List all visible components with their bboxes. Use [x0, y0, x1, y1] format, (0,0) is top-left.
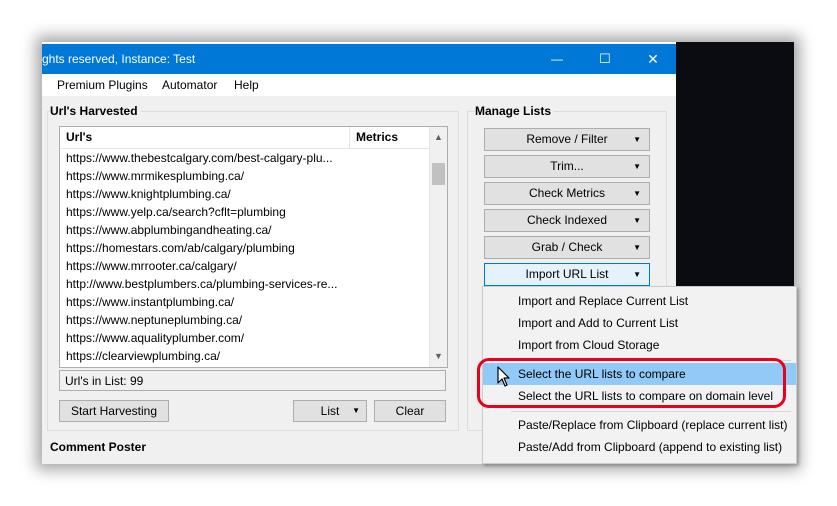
url-cell: http://www.bestplumbers.ca/plumbing-serv…	[66, 277, 338, 291]
column-header-metrics[interactable]: Metrics	[350, 127, 430, 148]
maximize-icon: ☐	[599, 51, 611, 66]
column-header-urls[interactable]: Url's	[60, 127, 350, 148]
table-row[interactable]: https://www.mrmikesplumbing.ca/	[60, 167, 430, 185]
import-url-list-label: Import URL List	[525, 267, 609, 281]
chevron-down-icon: ▼	[633, 270, 641, 279]
maximize-button[interactable]: ☐	[582, 44, 628, 74]
table-row[interactable]: https://www.abplumbingandheating.ca/	[60, 221, 430, 239]
table-row[interactable]: http://www.bestplumbers.ca/plumbing-serv…	[60, 275, 430, 293]
chevron-down-icon: ▼	[633, 135, 641, 144]
check-metrics-label: Check Metrics	[528, 186, 605, 200]
grab-check-label: Grab / Check	[531, 240, 603, 254]
url-cell: https://www.aqualityplumber.com/	[66, 331, 245, 345]
url-list[interactable]: Url's Metrics https://www.thebestcalgary…	[59, 126, 448, 368]
start-harvesting-button[interactable]: Start Harvesting	[59, 400, 169, 422]
annotation-highlight	[477, 358, 786, 408]
list-button[interactable]: List ▼	[293, 400, 367, 422]
url-count: Url's in List: 99	[59, 370, 446, 391]
check-metrics-button[interactable]: Check Metrics ▼	[484, 182, 650, 205]
menu-help[interactable]: Help	[234, 78, 259, 92]
close-icon: ✕	[647, 50, 659, 67]
table-row[interactable]: https://www.thebestcalgary.com/best-calg…	[60, 149, 430, 167]
chevron-down-icon: ▼	[633, 162, 641, 171]
menu-item-import-cloud[interactable]: Import from Cloud Storage	[483, 334, 796, 356]
table-row[interactable]: https://homestars.com/ab/calgary/plumbin…	[60, 239, 430, 257]
url-cell: https://www.instantplumbing.ca/	[66, 295, 235, 309]
remove-filter-button[interactable]: Remove / Filter ▼	[484, 128, 650, 151]
menu-premium-plugins[interactable]: Premium Plugins	[57, 78, 148, 92]
table-row[interactable]: https://www.knightplumbing.ca/	[60, 185, 430, 203]
chevron-down-icon: ▼	[633, 189, 641, 198]
table-row[interactable]: https://www.neptuneplumbing.ca/	[60, 311, 430, 329]
mouse-cursor-icon	[497, 366, 510, 387]
remove-filter-label: Remove / Filter	[526, 132, 608, 146]
comment-poster-title: Comment Poster	[50, 440, 147, 454]
chevron-down-icon: ▼	[633, 216, 641, 225]
scroll-thumb[interactable]	[432, 163, 445, 185]
menu-automator[interactable]: Automator	[162, 78, 217, 92]
url-cell: https://www.thebestcalgary.com/best-calg…	[66, 151, 333, 165]
table-row[interactable]: https://www.yelp.ca/search?cflt=plumbing	[60, 203, 430, 221]
minimize-button[interactable]: —	[534, 44, 580, 74]
url-cell: https://www.abplumbingandheating.ca/	[66, 223, 272, 237]
table-row[interactable]: https://www.mrrooter.ca/calgary/	[60, 257, 430, 275]
manage-lists-title: Manage Lists	[475, 104, 555, 118]
import-url-list-button[interactable]: Import URL List ▼	[484, 263, 650, 286]
close-button[interactable]: ✕	[630, 44, 676, 74]
url-cell: https://www.yelp.ca/search?cflt=plumbing	[66, 205, 286, 219]
trim-label: Trim...	[550, 159, 584, 173]
menu-bar: Premium Plugins Automator Help	[42, 74, 676, 96]
menu-item-import-add[interactable]: Import and Add to Current List	[483, 312, 796, 334]
chevron-down-icon: ▼	[633, 243, 641, 252]
table-row[interactable]: https://www.instantplumbing.ca/	[60, 293, 430, 311]
clear-button[interactable]: Clear	[374, 400, 446, 422]
scroll-up-icon[interactable]: ▲	[430, 129, 447, 146]
window-title: ghts reserved, Instance: Test	[42, 52, 196, 66]
url-cell: https://clearviewplumbing.ca/	[66, 349, 221, 363]
url-cell: https://www.neptuneplumbing.ca/	[66, 313, 243, 327]
title-bar[interactable]: ghts reserved, Instance: Test — ☐ ✕	[42, 44, 676, 74]
menu-separator	[511, 411, 791, 412]
chevron-down-icon: ▼	[352, 406, 360, 415]
menu-item-paste-add[interactable]: Paste/Add from Clipboard (append to exis…	[483, 436, 796, 458]
trim-button[interactable]: Trim... ▼	[484, 155, 650, 178]
vertical-scrollbar[interactable]: ▲ ▼	[429, 127, 447, 367]
check-indexed-label: Check Indexed	[526, 213, 608, 227]
url-cell: https://www.mrmikesplumbing.ca/	[66, 169, 245, 183]
harvested-group-title: Url's Harvested	[50, 104, 141, 118]
minimize-icon: —	[551, 52, 563, 66]
list-button-label: List	[320, 404, 340, 418]
list-header: Url's Metrics	[60, 127, 430, 149]
scroll-down-icon[interactable]: ▼	[430, 348, 447, 365]
check-indexed-button[interactable]: Check Indexed ▼	[484, 209, 650, 232]
grab-check-button[interactable]: Grab / Check ▼	[484, 236, 650, 259]
table-row[interactable]: https://clearviewplumbing.ca/	[60, 347, 430, 365]
url-cell: https://www.knightplumbing.ca/	[66, 187, 231, 201]
menu-item-import-replace[interactable]: Import and Replace Current List	[483, 290, 796, 312]
list-rows: https://www.thebestcalgary.com/best-calg…	[60, 149, 430, 365]
url-cell: https://www.mrrooter.ca/calgary/	[66, 259, 237, 273]
menu-item-paste-replace[interactable]: Paste/Replace from Clipboard (replace cu…	[483, 414, 796, 436]
url-cell: https://homestars.com/ab/calgary/plumbin…	[66, 241, 295, 255]
table-row[interactable]: https://www.aqualityplumber.com/	[60, 329, 430, 347]
